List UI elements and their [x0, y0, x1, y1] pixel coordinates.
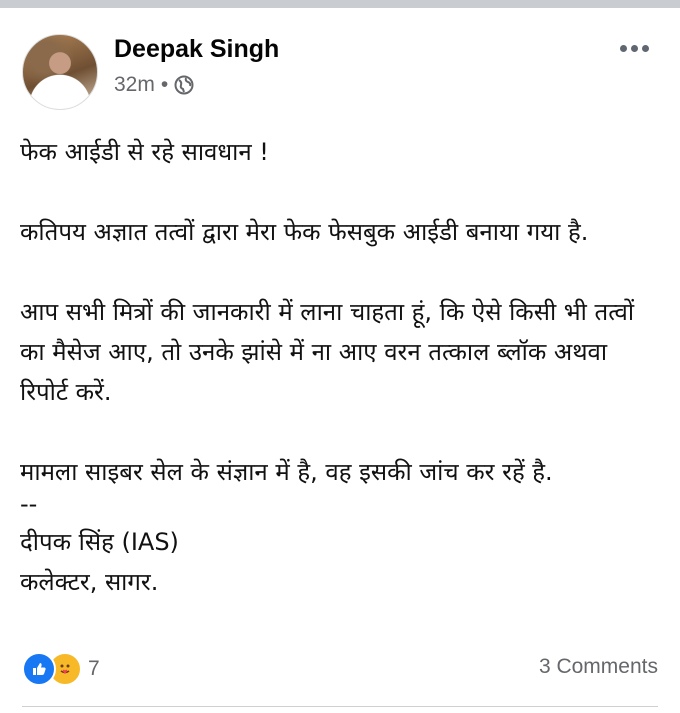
more-dot: [630, 44, 638, 52]
bottom-divider: [22, 706, 658, 707]
meta-separator: •: [160, 73, 169, 96]
post-time[interactable]: 32m: [114, 72, 155, 98]
more-dot: [641, 44, 649, 52]
top-divider: [0, 0, 680, 8]
more-dot: [619, 44, 627, 52]
signature-title: कलेक्टर, सागर.: [20, 568, 159, 596]
post-paragraph-2: आप सभी मित्रों की जानकारी में लाना चाहता…: [20, 298, 635, 406]
post-text: फेक आईडी से रहे सावधान ! कतिपय अज्ञात तत…: [20, 132, 660, 602]
globe-icon: [174, 75, 194, 95]
comments-count-link[interactable]: 3 Comments: [539, 655, 658, 679]
signature-name: दीपक सिंह (IAS): [20, 528, 179, 556]
post-paragraph-3: मामला साइबर सेल के संज्ञान में है, वह इस…: [20, 458, 553, 486]
author-name[interactable]: Deepak Singh: [114, 34, 279, 64]
avatar[interactable]: [22, 34, 98, 110]
post-paragraph-1: कतिपय अज्ञात तत्वों द्वारा मेरा फेक फेसब…: [20, 218, 589, 246]
more-options-button[interactable]: [616, 36, 652, 60]
post-line-heading: फेक आईडी से रहे सावधान !: [20, 138, 269, 166]
signature-separator: --: [20, 490, 38, 518]
reaction-count: 7: [88, 657, 100, 680]
post-header: Deepak Singh 32m •: [20, 32, 660, 110]
like-reaction-icon: [22, 652, 56, 686]
reactions-summary[interactable]: 7: [22, 652, 100, 686]
post-meta: 32m •: [114, 72, 194, 98]
